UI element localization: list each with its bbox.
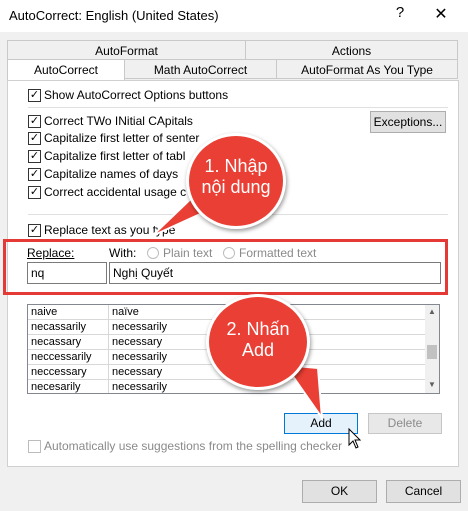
- table-cell-replace: naive: [31, 306, 58, 318]
- close-icon[interactable]: ✕: [430, 4, 452, 26]
- tab-autoformat[interactable]: AutoFormat: [7, 40, 246, 60]
- callout-2-line1: 2. Nhấn: [226, 319, 290, 339]
- caps-lock-checkbox[interactable]: ✓: [28, 186, 41, 199]
- scroll-up-icon[interactable]: ▲: [428, 307, 436, 316]
- help-button[interactable]: ?: [390, 4, 410, 26]
- highlight-box: [3, 239, 448, 295]
- title-bar: AutoCorrect: English (United States) ? ✕: [0, 0, 468, 32]
- table-cell-with: necessarily: [112, 351, 168, 363]
- show-buttons-checkbox[interactable]: ✓: [28, 89, 41, 102]
- table-cell-replace: neccessarily: [31, 351, 92, 363]
- names-days-label: Capitalize names of days: [44, 167, 179, 181]
- table-cell-with: necessary: [112, 366, 163, 378]
- ok-button[interactable]: OK: [302, 480, 377, 503]
- tab-math-autocorrect[interactable]: Math AutoCorrect: [124, 59, 277, 79]
- table-cell-replace: neccessary: [31, 366, 87, 378]
- first-table-checkbox[interactable]: ✓: [28, 150, 41, 163]
- table-row[interactable]: necesarily necessarily: [28, 380, 426, 393]
- callout-1-line1: 1. Nhập: [204, 156, 268, 176]
- table-cell-with: necessarily: [112, 381, 168, 393]
- table-cell-replace: necassarily: [31, 321, 87, 333]
- table-cell-with: necessarily: [112, 321, 168, 333]
- exceptions-button[interactable]: Exceptions...: [370, 111, 446, 133]
- two-initial-label: Correct TWo INitial CApitals: [44, 114, 193, 128]
- scroll-thumb[interactable]: [427, 345, 437, 359]
- callout-1-line2: nội dung: [201, 177, 271, 197]
- mouse-cursor-icon: [348, 428, 362, 449]
- table-cell-with: naïve: [112, 306, 139, 318]
- first-table-label: Capitalize first letter of tabl: [44, 149, 186, 163]
- spelling-label: Automatically use suggestions from the s…: [44, 439, 343, 453]
- callout-step-2: 2. Nhấn Add: [206, 294, 310, 390]
- table-scrollbar[interactable]: ▲ ▼: [425, 305, 439, 393]
- divider: [28, 107, 448, 108]
- show-buttons-label: Show AutoCorrect Options buttons: [44, 88, 229, 102]
- scroll-down-icon[interactable]: ▼: [428, 380, 436, 389]
- table-cell-with: necessary: [112, 336, 163, 348]
- callout-2-line2: Add: [241, 340, 275, 360]
- delete-button[interactable]: Delete: [368, 413, 442, 434]
- spelling-checkbox[interactable]: [28, 440, 41, 453]
- window-title: AutoCorrect: English (United States): [9, 8, 219, 23]
- first-sentence-label: Capitalize first letter of senter: [44, 131, 200, 145]
- tab-autoformat-as-you-type[interactable]: AutoFormat As You Type: [276, 59, 458, 79]
- tab-actions[interactable]: Actions: [245, 40, 458, 60]
- table-cell-replace: necesarily: [31, 381, 81, 393]
- cancel-button[interactable]: Cancel: [386, 480, 461, 503]
- callout-step-1: 1. Nhập nội dung: [186, 133, 286, 229]
- two-initial-checkbox[interactable]: ✓: [28, 115, 41, 128]
- table-cell-replace: necassary: [31, 336, 82, 348]
- names-days-checkbox[interactable]: ✓: [28, 168, 41, 181]
- tab-autocorrect[interactable]: AutoCorrect: [7, 59, 125, 81]
- first-sentence-checkbox[interactable]: ✓: [28, 132, 41, 145]
- replace-as-type-checkbox[interactable]: ✓: [28, 224, 41, 237]
